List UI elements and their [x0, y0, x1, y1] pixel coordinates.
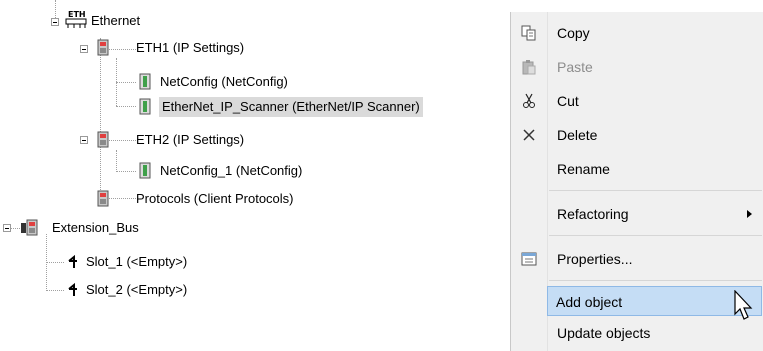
tree-node-label: ETH1 (IP Settings)	[136, 40, 245, 55]
copy-icon	[521, 25, 536, 41]
submenu-arrow-icon	[747, 210, 752, 218]
extension-bus-icon	[21, 219, 38, 236]
tree-connector	[46, 262, 64, 263]
menu-item-label: Delete	[557, 127, 598, 143]
menu-item-add-object[interactable]: Add object	[547, 286, 762, 316]
tree-node-label: Slot_1 (<Empty>)	[86, 254, 188, 269]
module-icon	[97, 131, 109, 148]
tree-connector	[116, 171, 136, 172]
context-menu: Copy Paste Cut Delete Rename Refactoring	[510, 12, 763, 351]
tree-node-label: Extension_Bus	[52, 220, 139, 235]
menu-item-cut[interactable]: Cut	[513, 86, 763, 116]
menu-item-copy[interactable]: Copy	[513, 18, 763, 48]
tree-node-label: NetConfig_1 (NetConfig)	[160, 163, 303, 178]
tree-node-label: Ethernet	[91, 13, 141, 28]
tree-node-label: NetConfig (NetConfig)	[160, 74, 288, 89]
collapse-toggle[interactable]	[80, 136, 88, 144]
menu-item-label: Add object	[556, 294, 623, 310]
menu-item-rename[interactable]: Rename	[513, 154, 763, 184]
tree-connector	[46, 290, 64, 291]
menu-item-label: Update objects	[557, 325, 651, 341]
tree-connector	[116, 150, 117, 172]
delete-icon	[523, 129, 535, 141]
paste-icon	[522, 60, 536, 75]
module-icon	[97, 39, 109, 56]
menu-item-paste[interactable]: Paste	[513, 52, 763, 82]
netconfig-icon	[139, 162, 151, 179]
cut-icon	[523, 93, 535, 108]
menu-item-label: Refactoring	[557, 206, 629, 222]
slot-icon	[68, 282, 77, 296]
menu-separator	[549, 190, 762, 191]
menu-separator	[549, 280, 762, 281]
collapse-toggle[interactable]	[80, 45, 88, 53]
ethernet-icon: ETH	[65, 10, 87, 28]
menu-item-refactoring[interactable]: Refactoring	[513, 199, 763, 229]
tree-node-label: Protocols (Client Protocols)	[136, 191, 294, 206]
menu-item-label: Rename	[557, 161, 610, 177]
protocols-icon	[97, 190, 109, 207]
menu-item-label: Cut	[557, 93, 579, 109]
menu-item-delete[interactable]: Delete	[513, 120, 763, 150]
project-tree: ETH Ethernet ETH1 (IP Settings) NetConfi…	[0, 0, 510, 351]
tree-node-label: ETH2 (IP Settings)	[136, 132, 245, 147]
tree-node-label: EtherNet_IP_Scanner (EtherNet/IP Scanner…	[159, 97, 423, 117]
menu-item-properties[interactable]: Properties...	[513, 244, 763, 274]
tree-connector	[55, 0, 56, 18]
ethernet-icon-label: ETH	[68, 10, 86, 19]
collapse-toggle[interactable]	[51, 18, 59, 26]
collapse-toggle[interactable]	[3, 224, 11, 232]
mouse-pointer-icon	[734, 290, 753, 320]
tree-connector	[116, 82, 136, 83]
menu-item-label: Properties...	[557, 251, 633, 267]
slot-icon	[68, 254, 77, 268]
tree-node-label: Slot_2 (<Empty>)	[86, 282, 188, 297]
scanner-icon	[139, 98, 151, 115]
menu-item-label: Paste	[557, 59, 593, 75]
netconfig-icon	[139, 73, 151, 90]
menu-item-update-objects[interactable]: Update objects	[513, 318, 763, 348]
menu-separator	[549, 235, 762, 236]
menu-item-label: Copy	[557, 25, 590, 41]
properties-icon	[521, 252, 537, 266]
tree-connector	[116, 106, 136, 107]
